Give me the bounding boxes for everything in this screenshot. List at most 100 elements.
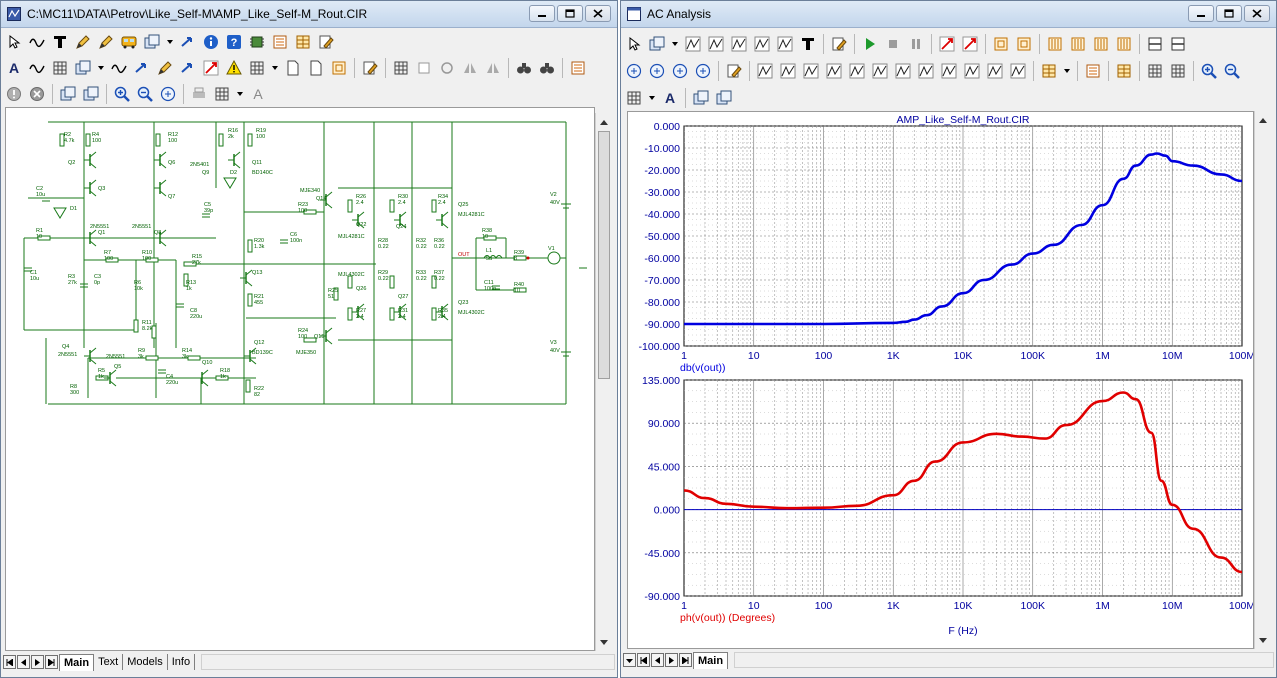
voltage-display-button[interactable]: [108, 57, 130, 79]
node-dropdown-button[interactable]: [95, 57, 107, 79]
clipboard-dropdown-button[interactable]: [1061, 60, 1073, 82]
power-display-button[interactable]: [154, 57, 176, 79]
inflection-button[interactable]: [846, 60, 868, 82]
minimize-button[interactable]: [529, 5, 555, 22]
font-button[interactable]: [247, 83, 269, 105]
flip-x-button[interactable]: [459, 57, 481, 79]
point-to-point-button[interactable]: [177, 31, 199, 53]
zoom-in-button[interactable]: [111, 83, 133, 105]
stop-button[interactable]: [26, 83, 48, 105]
blank-button[interactable]: [413, 57, 435, 79]
table-button[interactable]: [292, 31, 314, 53]
top-button[interactable]: [915, 60, 937, 82]
flag-mode-button[interactable]: [95, 31, 117, 53]
clipboard-button[interactable]: [1038, 60, 1060, 82]
next-tab-button[interactable]: [31, 655, 44, 669]
properties-button[interactable]: [359, 57, 381, 79]
schematic-horizontal-scrollbar[interactable]: [201, 654, 615, 670]
page-dropdown-button[interactable]: [669, 33, 681, 55]
minimize-button[interactable]: [1188, 5, 1214, 22]
page-button[interactable]: [646, 33, 668, 55]
select-region-button[interactable]: [328, 57, 350, 79]
paste-button[interactable]: [80, 83, 102, 105]
scale-button[interactable]: [682, 33, 704, 55]
bus-button[interactable]: [118, 31, 140, 53]
grid-bars-button[interactable]: [1044, 33, 1066, 55]
box-button[interactable]: [990, 33, 1012, 55]
measure-button[interactable]: [723, 60, 745, 82]
maximize-button[interactable]: [1216, 5, 1242, 22]
attribute-text-button[interactable]: [3, 57, 25, 79]
maximize-button[interactable]: [557, 5, 583, 22]
scale-x-button[interactable]: [705, 33, 727, 55]
run-button[interactable]: [859, 33, 881, 55]
title-button[interactable]: [305, 57, 327, 79]
slope-button[interactable]: [961, 60, 983, 82]
page-button[interactable]: [141, 31, 163, 53]
scroll-thumb[interactable]: [598, 131, 610, 379]
zoom-fit-button[interactable]: [157, 83, 179, 105]
list-button[interactable]: [269, 31, 291, 53]
stepping-button[interactable]: [1144, 60, 1166, 82]
schematic-titlebar[interactable]: C:\MC11\DATA\Petrov\Like_Self-M\AMP_Like…: [1, 1, 617, 28]
condition-display-button[interactable]: [177, 57, 199, 79]
zoom-out-button[interactable]: [134, 83, 156, 105]
last-tab-button[interactable]: [45, 655, 58, 669]
numeric-output-button[interactable]: [1082, 60, 1104, 82]
schematic-vertical-scrollbar[interactable]: [595, 113, 612, 651]
tab-text[interactable]: Text: [94, 654, 124, 670]
scale-y-button[interactable]: [728, 33, 750, 55]
current-display-button[interactable]: [131, 57, 153, 79]
prev-tab-button[interactable]: [651, 653, 664, 667]
info-button[interactable]: [200, 31, 222, 53]
pin-connection-button[interactable]: [200, 57, 222, 79]
box-2-button[interactable]: [1013, 33, 1035, 55]
arrange-button[interactable]: [211, 83, 233, 105]
grid-bars-4-button[interactable]: [1113, 33, 1135, 55]
next-valley-button[interactable]: [777, 60, 799, 82]
grid-dropdown-button[interactable]: [269, 57, 281, 79]
node-numbers-button[interactable]: [49, 57, 71, 79]
print-button[interactable]: [188, 83, 210, 105]
zoom-reset-button[interactable]: [692, 60, 714, 82]
arrange-dropdown-button[interactable]: [234, 83, 246, 105]
edit-button[interactable]: [315, 31, 337, 53]
stop-run-button[interactable]: [882, 33, 904, 55]
tag-button[interactable]: [984, 60, 1006, 82]
wire-mode-button[interactable]: [26, 31, 48, 53]
border-button[interactable]: [282, 57, 304, 79]
copy-button[interactable]: [690, 87, 712, 109]
paste-button[interactable]: [713, 87, 735, 109]
last-tab-button[interactable]: [679, 653, 692, 667]
pause-button[interactable]: [905, 33, 927, 55]
scroll-down-button[interactable]: [596, 634, 612, 651]
formula-button[interactable]: [774, 33, 796, 55]
nodes-button[interactable]: [390, 57, 412, 79]
tab-main[interactable]: Main: [59, 653, 95, 671]
prev-tab-button[interactable]: [17, 655, 30, 669]
grid-bars-3-button[interactable]: [1090, 33, 1112, 55]
global-high-button[interactable]: [869, 60, 891, 82]
scroll-up-button[interactable]: [1255, 111, 1271, 128]
zoom-in-button[interactable]: [623, 60, 645, 82]
tab-main[interactable]: Main: [693, 651, 729, 669]
copy-button[interactable]: [57, 83, 79, 105]
split-2-button[interactable]: [1167, 33, 1189, 55]
tab-info[interactable]: Info: [168, 654, 196, 670]
find-button[interactable]: [513, 57, 535, 79]
schematic-canvas[interactable]: R2 4.7k R4 100 R12 100 R16 2k R19 100 R1 10 R7 100 R10…: [5, 107, 595, 651]
select-mode-button[interactable]: [3, 31, 25, 53]
cursor-mode-button[interactable]: [936, 33, 958, 55]
find-next-button[interactable]: [536, 57, 558, 79]
analysis-titlebar[interactable]: AC Analysis: [621, 1, 1276, 28]
global-low-button[interactable]: [892, 60, 914, 82]
node-voltages-button[interactable]: [72, 57, 94, 79]
select-mode-button[interactable]: [623, 33, 645, 55]
auto-scale-button[interactable]: [751, 33, 773, 55]
scroll-down-button[interactable]: [1255, 632, 1271, 649]
zoom-out-2-button[interactable]: [1221, 60, 1243, 82]
next-peak-button[interactable]: [754, 60, 776, 82]
text-mode-button[interactable]: [797, 33, 819, 55]
page-dropdown-button[interactable]: [164, 31, 176, 53]
tab-models[interactable]: Models: [123, 654, 168, 670]
